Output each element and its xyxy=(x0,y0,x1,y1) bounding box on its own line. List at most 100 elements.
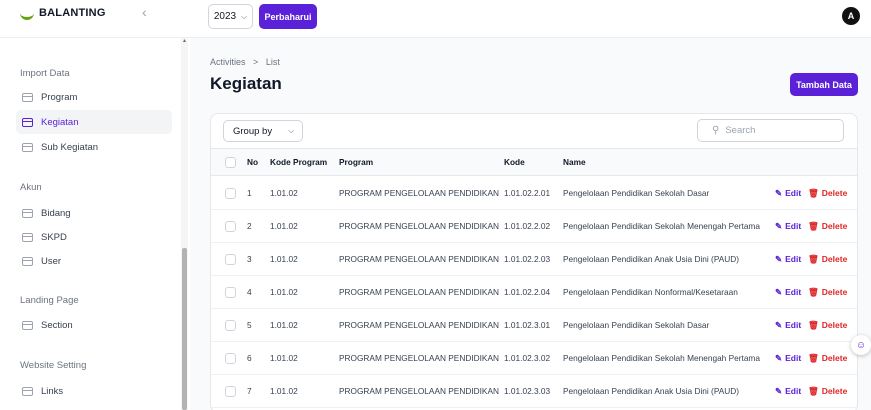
table-row: 5 1.01.02 PROGRAM PENGELOLAAN PENDIDIKAN 1.… xyxy=(211,309,857,342)
row-checkbox[interactable] xyxy=(225,253,236,265)
delete-label: Delete xyxy=(821,287,848,297)
cell-no: 6 xyxy=(247,353,252,363)
sidebar-item-user[interactable]: User xyxy=(16,249,172,273)
year-select[interactable]: 2023 ⌵ xyxy=(208,4,253,29)
edit-button[interactable]: ✎ Edit xyxy=(775,375,801,407)
edit-button[interactable]: ✎ Edit xyxy=(775,243,801,275)
sidebar-item-bidang[interactable]: Bidang xyxy=(16,201,172,225)
row-checkbox[interactable] xyxy=(225,385,236,397)
header-kode-program[interactable]: Kode Program xyxy=(270,149,327,175)
table-header: No Kode Program Program Kode Name xyxy=(211,148,857,176)
cell-no: 4 xyxy=(247,287,252,297)
sidebar-item-label: Bidang xyxy=(41,207,71,219)
header-no[interactable]: No xyxy=(247,149,258,175)
cell-program: PROGRAM PENGELOLAAN PENDIDIKAN xyxy=(339,353,499,363)
row-checkbox[interactable] xyxy=(225,319,236,331)
sidebar-group-import-data: Import Data xyxy=(20,68,70,79)
scroll-up-icon[interactable]: ▲ xyxy=(181,38,188,44)
delete-label: Delete xyxy=(821,386,848,396)
edit-label: Edit xyxy=(785,386,802,396)
sidebar-item-program[interactable]: Program xyxy=(16,85,172,109)
table-card: Group by ⌵ ⚲ Search No Kode Program Prog… xyxy=(210,113,858,410)
delete-button[interactable]: 🗑 Delete xyxy=(808,177,847,209)
page-title: Kegiatan xyxy=(210,74,282,93)
edit-label: Edit xyxy=(785,221,802,231)
trash-icon: 🗑 xyxy=(808,253,819,264)
table-row: 4 1.01.02 PROGRAM PENGELOLAAN PENDIDIKAN 1.… xyxy=(211,276,857,309)
breadcrumb: Activities > List xyxy=(210,57,285,67)
row-checkbox[interactable] xyxy=(225,220,236,232)
year-value: 2023 xyxy=(213,11,237,22)
cell-no: 2 xyxy=(247,221,252,231)
table-row: 7 1.01.02 PROGRAM PENGELOLAAN PENDIDIKAN 1.… xyxy=(211,375,857,408)
edit-button[interactable]: ✎ Edit xyxy=(775,276,801,308)
edit-icon: ✎ xyxy=(775,187,783,198)
row-checkbox[interactable] xyxy=(225,352,236,364)
search-input[interactable]: ⚲ Search xyxy=(697,119,844,142)
sidebar-group-website-setting: Website Setting xyxy=(20,360,87,371)
edit-button[interactable]: ✎ Edit xyxy=(775,210,801,242)
sidebar-scrollbar-thumb[interactable] xyxy=(182,248,187,410)
cell-no: 3 xyxy=(247,254,252,264)
delete-button[interactable]: 🗑 Delete xyxy=(808,309,847,341)
cell-name: Pengelolaan Pendidikan Anak Usia Dini (P… xyxy=(563,254,740,264)
cell-kode: 1.01.02.2.04 xyxy=(504,287,551,297)
delete-button[interactable]: 🗑 Delete xyxy=(808,243,847,275)
breadcrumb-separator: > xyxy=(253,57,259,67)
edit-label: Edit xyxy=(785,188,802,198)
cell-name: Pengelolaan Pendidikan Sekolah Menengah … xyxy=(563,353,760,363)
group-by-select[interactable]: Group by ⌵ xyxy=(223,120,303,142)
folder-icon xyxy=(22,386,33,396)
row-checkbox[interactable] xyxy=(225,187,236,199)
chat-widget-icon[interactable]: ☺ xyxy=(851,335,871,355)
app-logo[interactable]: BALANTING xyxy=(20,6,106,20)
add-data-button[interactable]: Tambah Data xyxy=(790,73,858,96)
cell-kode-program: 1.01.02 xyxy=(270,221,298,231)
refresh-button[interactable]: Perbaharui xyxy=(259,4,317,29)
cell-name: Pengelolaan Pendidikan Sekolah Dasar xyxy=(563,188,710,198)
sidebar-item-label: SKPD xyxy=(41,231,67,243)
header-kode[interactable]: Kode xyxy=(504,149,525,175)
collapse-sidebar-icon[interactable]: ‹ xyxy=(142,4,147,20)
delete-button[interactable]: 🗑 Delete xyxy=(808,276,847,308)
breadcrumb-activities[interactable]: Activities xyxy=(210,57,246,67)
search-icon: ⚲ xyxy=(712,125,720,136)
row-checkbox[interactable] xyxy=(225,286,236,298)
cell-kode-program: 1.01.02 xyxy=(270,254,298,264)
table-row: 1 1.01.02 PROGRAM PENGELOLAAN PENDIDIKAN 1.… xyxy=(211,177,857,210)
edit-label: Edit xyxy=(785,254,802,264)
delete-button[interactable]: 🗑 Delete xyxy=(808,342,847,374)
sidebar-item-links[interactable]: Links xyxy=(16,379,172,403)
cell-kode: 1.01.02.3.01 xyxy=(504,320,551,330)
delete-button[interactable]: 🗑 Delete xyxy=(808,210,847,242)
sidebar-item-section[interactable]: Section xyxy=(16,313,172,337)
edit-button[interactable]: ✎ Edit xyxy=(775,177,801,209)
cell-kode-program: 1.01.02 xyxy=(270,320,298,330)
avatar[interactable]: A xyxy=(842,7,860,25)
cell-kode: 1.01.02.3.03 xyxy=(504,386,551,396)
edit-button[interactable]: ✎ Edit xyxy=(775,342,801,374)
header-name[interactable]: Name xyxy=(563,149,586,175)
sidebar-group-akun: Akun xyxy=(20,182,42,193)
cell-no: 7 xyxy=(247,386,252,396)
cell-program: PROGRAM PENGELOLAAN PENDIDIKAN xyxy=(339,386,499,396)
search-placeholder: Search xyxy=(725,125,756,136)
cell-kode: 1.01.02.3.02 xyxy=(504,353,551,363)
cell-name: Pengelolaan Pendidikan Anak Usia Dini (P… xyxy=(563,386,740,396)
cell-program: PROGRAM PENGELOLAAN PENDIDIKAN xyxy=(339,188,499,198)
delete-button[interactable]: 🗑 Delete xyxy=(808,375,847,407)
folder-icon xyxy=(22,92,33,102)
edit-button[interactable]: ✎ Edit xyxy=(775,309,801,341)
cell-name: Pengelolaan Pendidikan Sekolah Dasar xyxy=(563,320,710,330)
edit-label: Edit xyxy=(785,320,802,330)
cell-no: 1 xyxy=(247,188,252,198)
delete-label: Delete xyxy=(821,353,848,363)
sidebar-item-sub-kegiatan[interactable]: Sub Kegiatan xyxy=(16,135,172,159)
table-row: 6 1.01.02 PROGRAM PENGELOLAAN PENDIDIKAN 1.… xyxy=(211,342,857,375)
select-all-checkbox[interactable] xyxy=(225,156,236,168)
folder-icon xyxy=(22,117,33,127)
header-program[interactable]: Program xyxy=(339,149,373,175)
trash-icon: 🗑 xyxy=(808,286,819,297)
sidebar-item-kegiatan[interactable]: Kegiatan xyxy=(16,110,172,134)
sidebar-item-skpd[interactable]: SKPD xyxy=(16,225,172,249)
